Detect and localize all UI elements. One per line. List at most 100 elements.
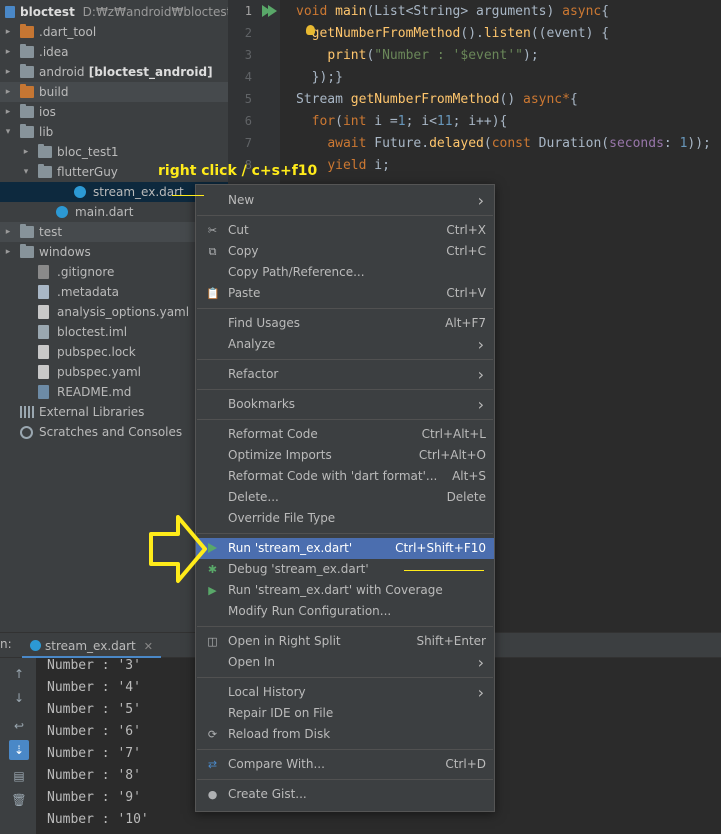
- chevron-right-icon[interactable]: ▸: [21, 142, 31, 162]
- menu-separator: [197, 308, 493, 309]
- scroll-to-end-icon[interactable]: ⇣: [9, 740, 29, 760]
- tree-item[interactable]: Scratches and Consoles: [0, 422, 228, 442]
- tree-item[interactable]: ▸ android [bloctest_android]: [0, 62, 228, 82]
- menu-item-repair-ide-on-file[interactable]: Repair IDE on File: [196, 703, 494, 724]
- editor-gutter: 12345678: [228, 0, 280, 190]
- menu-item-run-stream-ex-dart-with-coverage[interactable]: ▶ Run 'stream_ex.dart' with Coverage: [196, 580, 494, 601]
- menu-item-delete[interactable]: Delete... Delete: [196, 487, 494, 508]
- code-editor[interactable]: void main(List<String> arguments) async{…: [280, 0, 721, 190]
- menu-item-analyze[interactable]: Analyze ›: [196, 334, 494, 355]
- tree-item[interactable]: stream_ex.dart: [0, 182, 228, 202]
- chevron-down-icon[interactable]: ▾: [21, 162, 31, 182]
- menu-separator: [197, 779, 493, 780]
- menu-item-new[interactable]: New ›: [196, 190, 494, 211]
- tree-item-label: .metadata: [57, 285, 119, 299]
- yaml-file-icon: [38, 365, 49, 379]
- soft-wrap-icon[interactable]: ↩: [9, 716, 29, 736]
- console-line: Number : '5': [47, 702, 141, 717]
- menu-item-modify-run-configuration[interactable]: Modify Run Configuration...: [196, 601, 494, 622]
- menu-item-copy[interactable]: ⧉ Copy Ctrl+C: [196, 241, 494, 262]
- run-tab[interactable]: stream_ex.dart ✕: [22, 633, 161, 659]
- menu-item-override-file-type[interactable]: Override File Type: [196, 508, 494, 529]
- tree-item[interactable]: ▸ .idea: [0, 42, 228, 62]
- close-icon[interactable]: ✕: [144, 640, 153, 653]
- tree-item[interactable]: ▾ lib: [0, 122, 228, 142]
- menu-item-optimize-imports[interactable]: Optimize Imports Ctrl+Alt+O: [196, 445, 494, 466]
- menu-item-label: Copy Path/Reference...: [228, 265, 365, 279]
- scissors-icon: ✂: [207, 224, 218, 237]
- tree-item[interactable]: ▸ .dart_tool: [0, 22, 228, 42]
- copy-icon: ⧉: [208, 245, 217, 258]
- menu-item-reformat-code[interactable]: Reformat Code Ctrl+Alt+L: [196, 424, 494, 445]
- chevron-down-icon[interactable]: ▾: [3, 122, 13, 142]
- chevron-right-icon[interactable]: ▸: [3, 102, 13, 122]
- chevron-right-icon[interactable]: ▸: [3, 42, 13, 62]
- menu-item-label: Open In: [228, 655, 276, 669]
- line-number: 3: [244, 48, 252, 62]
- menu-item-label: Analyze: [228, 337, 276, 351]
- menu-item-create-gist[interactable]: ● Create Gist...: [196, 784, 494, 805]
- tree-item-label: test: [39, 225, 63, 239]
- menu-item-compare-with[interactable]: ⇄ Compare With... Ctrl+D: [196, 754, 494, 775]
- chevron-right-icon[interactable]: ▸: [3, 222, 13, 242]
- tree-item[interactable]: .metadata: [0, 282, 228, 302]
- menu-item-refactor[interactable]: Refactor ›: [196, 364, 494, 385]
- paste-icon: 📋: [206, 287, 220, 300]
- menu-item-shortcut: Ctrl+Alt+O: [418, 448, 486, 462]
- trash-icon[interactable]: 🗑: [9, 790, 29, 810]
- arrow-down-icon[interactable]: ↓: [9, 688, 29, 708]
- menu-item-shortcut: Alt+S: [452, 469, 486, 483]
- menu-item-copy-path-reference[interactable]: Copy Path/Reference...: [196, 262, 494, 283]
- menu-item-reformat-code-with-dart-format[interactable]: Reformat Code with 'dart format'... Alt+S: [196, 466, 494, 487]
- chevron-right-icon[interactable]: ▸: [3, 82, 13, 102]
- print-icon[interactable]: ▤: [9, 766, 29, 786]
- tree-item[interactable]: ▸ bloc_test1: [0, 142, 228, 162]
- menu-item-local-history[interactable]: Local History ›: [196, 682, 494, 703]
- chevron-right-icon[interactable]: ▸: [3, 22, 13, 42]
- menu-item-find-usages[interactable]: Find Usages Alt+F7: [196, 313, 494, 334]
- tree-item[interactable]: main.dart: [0, 202, 228, 222]
- tree-item[interactable]: ▸ ios: [0, 102, 228, 122]
- menu-separator: [197, 749, 493, 750]
- tree-item-label: External Libraries: [39, 405, 145, 419]
- lightbulb-icon[interactable]: [306, 25, 315, 35]
- chevron-right-icon[interactable]: ▸: [3, 242, 13, 262]
- tree-item-label: flutterGuy: [57, 165, 118, 179]
- project-root[interactable]: bloctest D:₩z₩android₩bloctest: [0, 2, 228, 22]
- menu-item-label: Compare With...: [228, 757, 325, 771]
- menu-item-label: Override File Type: [228, 511, 336, 525]
- console-line: Number : '8': [47, 768, 141, 783]
- tree-item[interactable]: pubspec.yaml: [0, 362, 228, 382]
- menu-item-open-in-right-split[interactable]: ◫ Open in Right Split Shift+Enter: [196, 631, 494, 652]
- tree-item-label: bloc_test1: [57, 145, 119, 159]
- project-name: bloctest: [20, 5, 75, 19]
- folder-icon: [20, 44, 34, 58]
- tree-item[interactable]: bloctest.iml: [0, 322, 228, 342]
- menu-item-bookmarks[interactable]: Bookmarks ›: [196, 394, 494, 415]
- tree-item[interactable]: ▸ test: [0, 222, 228, 242]
- dart-file-icon: [74, 186, 86, 198]
- tree-item[interactable]: .gitignore: [0, 262, 228, 282]
- menu-separator: [197, 677, 493, 678]
- menu-item-run-stream-ex-dart[interactable]: Run 'stream_ex.dart' Ctrl+Shift+F10: [196, 538, 494, 559]
- menu-item-cut[interactable]: ✂ Cut Ctrl+X: [196, 220, 494, 241]
- tree-item[interactable]: ▸ build: [0, 82, 228, 102]
- tree-item[interactable]: ▸ windows: [0, 242, 228, 262]
- tree-item[interactable]: README.md: [0, 382, 228, 402]
- folder-icon: [20, 24, 34, 38]
- console-line: Number : '9': [47, 790, 141, 805]
- menu-item-reload-from-disk[interactable]: ⟳ Reload from Disk: [196, 724, 494, 745]
- menu-item-label: Find Usages: [228, 316, 301, 330]
- menu-item-paste[interactable]: 📋 Paste Ctrl+V: [196, 283, 494, 304]
- code-line: Stream getNumberFromMethod() async*{: [296, 92, 578, 107]
- tree-item[interactable]: External Libraries: [0, 402, 228, 422]
- chevron-right-icon: ›: [477, 191, 484, 210]
- tree-item[interactable]: analysis_options.yaml: [0, 302, 228, 322]
- menu-item-open-in[interactable]: Open In ›: [196, 652, 494, 673]
- chevron-right-icon[interactable]: ▸: [3, 62, 13, 82]
- tree-item[interactable]: pubspec.lock: [0, 342, 228, 362]
- run-gutter-icon-2[interactable]: [268, 5, 277, 17]
- tree-item-label: .dart_tool: [39, 25, 97, 39]
- arrow-up-icon[interactable]: ↑: [9, 664, 29, 684]
- run-toolbar: ↑ ↓ ↩ ⇣ ▤ 🗑: [0, 658, 36, 834]
